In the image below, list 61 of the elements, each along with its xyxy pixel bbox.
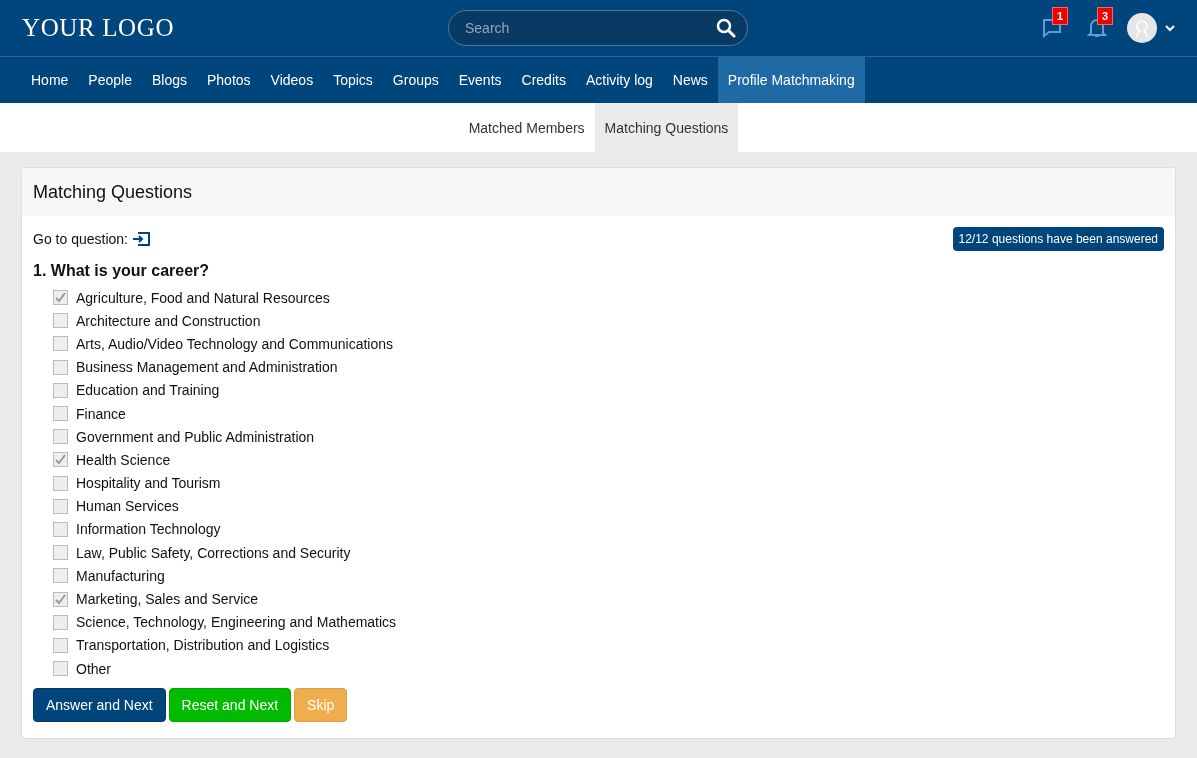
option-label: Health Science bbox=[76, 450, 171, 470]
option-label: Government and Public Administration bbox=[76, 427, 315, 447]
nav-tab[interactable]: Events bbox=[448, 57, 512, 103]
panel-title: Matching Questions bbox=[22, 168, 1175, 216]
nav-tab[interactable]: Blogs bbox=[141, 57, 197, 103]
option-label: Information Technology bbox=[76, 520, 221, 540]
avatar-icon[interactable] bbox=[1127, 13, 1157, 43]
answered-count-badge: 12/12 questions have been answered bbox=[952, 227, 1164, 251]
nav-tab[interactable]: People bbox=[78, 57, 142, 103]
nav-tab[interactable]: Activity log bbox=[575, 57, 663, 103]
option-label: Law, Public Safety, Corrections and Security bbox=[76, 543, 351, 563]
checkbox[interactable] bbox=[53, 406, 68, 422]
checkbox[interactable] bbox=[53, 661, 68, 677]
nav-tab[interactable]: Groups bbox=[382, 57, 449, 103]
option-label: Arts, Audio/Video Technology and Communications bbox=[76, 334, 393, 354]
checkbox[interactable] bbox=[53, 336, 68, 352]
enter-icon[interactable] bbox=[131, 232, 150, 246]
action-button[interactable]: Answer and Next bbox=[33, 688, 166, 723]
option-label: Finance bbox=[76, 404, 126, 424]
option-label: Education and Training bbox=[76, 381, 220, 401]
go-to-question-label: Go to question: bbox=[33, 230, 128, 249]
nav-tab[interactable]: Topics bbox=[323, 57, 383, 103]
message-count-badge: 1 bbox=[1052, 7, 1069, 25]
checkbox[interactable] bbox=[53, 591, 68, 607]
option-label: Agriculture, Food and Natural Resources bbox=[76, 288, 330, 308]
logo[interactable]: YOUR LOGO bbox=[22, 9, 448, 47]
nav-tab[interactable]: Photos bbox=[197, 57, 261, 103]
checkbox[interactable] bbox=[53, 359, 68, 375]
checkbox[interactable] bbox=[53, 614, 68, 630]
option-label: Transportation, Distribution and Logistics bbox=[76, 636, 330, 656]
option-label: Marketing, Sales and Service bbox=[76, 590, 259, 610]
checkbox[interactable] bbox=[53, 452, 68, 468]
checkbox[interactable] bbox=[53, 637, 68, 653]
question-title: 1. What is your career? bbox=[33, 261, 211, 281]
option-label: Architecture and Construction bbox=[76, 311, 261, 331]
caret-icon[interactable] bbox=[1165, 24, 1175, 32]
option-label: Manufacturing bbox=[76, 566, 165, 586]
option-label: Science, Technology, Engineering and Mathematics bbox=[76, 613, 397, 633]
checkbox[interactable] bbox=[53, 475, 68, 491]
nav-tab[interactable]: Videos bbox=[260, 57, 324, 103]
checkbox[interactable] bbox=[53, 498, 68, 514]
search-field[interactable]: Search bbox=[448, 10, 748, 46]
checkbox[interactable] bbox=[53, 521, 68, 537]
checkbox[interactable] bbox=[53, 382, 68, 398]
checkbox[interactable] bbox=[53, 290, 68, 306]
checkbox[interactable] bbox=[53, 568, 68, 584]
option-label: Human Services bbox=[76, 497, 179, 517]
nav-tab[interactable]: Home bbox=[21, 57, 79, 103]
sub-tab[interactable]: Matched Members bbox=[458, 103, 595, 152]
nav-tab[interactable]: News bbox=[662, 57, 718, 103]
checkbox[interactable] bbox=[53, 429, 68, 445]
notification-count-badge: 3 bbox=[1097, 7, 1114, 25]
option-label: Other bbox=[76, 659, 111, 679]
nav-tab[interactable]: Profile Matchmaking bbox=[717, 57, 865, 103]
option-label: Hospitality and Tourism bbox=[76, 474, 221, 494]
checkbox[interactable] bbox=[53, 545, 68, 561]
option-label: Business Management and Administration bbox=[76, 358, 338, 378]
checkbox[interactable] bbox=[53, 313, 68, 329]
sub-tab[interactable]: Matching Questions bbox=[594, 103, 739, 152]
nav-tab[interactable]: Credits bbox=[511, 57, 576, 103]
search-icon[interactable] bbox=[716, 18, 736, 38]
